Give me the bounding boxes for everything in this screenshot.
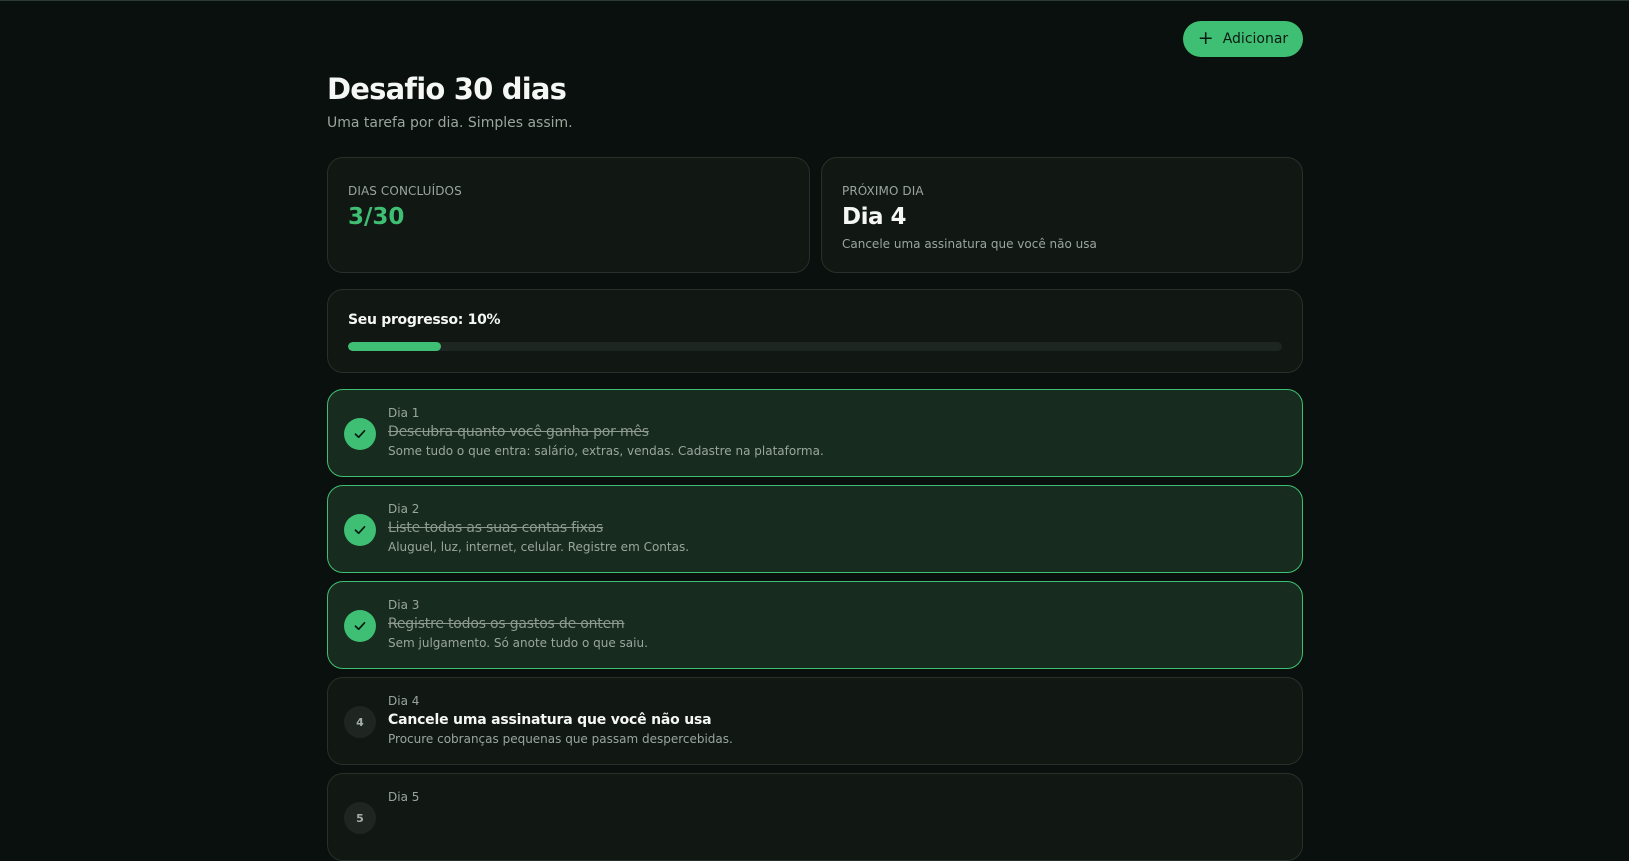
check-icon[interactable] (344, 418, 376, 450)
page-subtitle: Uma tarefa por dia. Simples assim. (327, 115, 573, 131)
completed-days-label: DIAS CONCLUÍDOS (348, 184, 462, 198)
progress-fill (348, 342, 442, 351)
day-item-4[interactable]: 4 Dia 4 Cancele uma assinatura que você … (327, 677, 1303, 765)
completed-days-value: 3/30 (348, 204, 405, 230)
progress-track (348, 342, 1282, 351)
day-label: Dia 4 (388, 694, 420, 708)
day-title: Descubra quanto você ganha por mês (388, 424, 649, 440)
day-item-1[interactable]: Dia 1 Descubra quanto você ganha por mês… (327, 389, 1303, 477)
day-label: Dia 3 (388, 598, 420, 612)
add-button-label: Adicionar (1222, 31, 1289, 47)
day-label: Dia 1 (388, 406, 420, 420)
add-button[interactable]: + Adicionar (1183, 21, 1303, 57)
day-title: Cancele uma assinatura que você não usa (388, 712, 712, 728)
day-desc: Some tudo o que entra: salário, extras, … (388, 444, 824, 458)
top-border (0, 0, 1629, 1)
day-desc: Sem julgamento. Só anote tudo o que saiu… (388, 636, 648, 650)
next-day-value: Dia 4 (842, 204, 907, 230)
day-item-3[interactable]: Dia 3 Registre todos os gastos de ontem … (327, 581, 1303, 669)
progress-card: Seu progresso: 10% (327, 289, 1303, 373)
day-title: Registre todos os gastos de ontem (388, 616, 625, 632)
day-number-badge[interactable]: 4 (344, 706, 376, 738)
completed-days-card: DIAS CONCLUÍDOS 3/30 (327, 157, 810, 273)
progress-label: Seu progresso: 10% (348, 312, 501, 328)
day-desc: Procure cobranças pequenas que passam de… (388, 732, 733, 746)
check-icon[interactable] (344, 514, 376, 546)
day-item-5[interactable]: 5 Dia 5 (327, 773, 1303, 861)
day-label: Dia 2 (388, 502, 420, 516)
day-label: Dia 5 (388, 790, 420, 804)
day-number-badge[interactable]: 5 (344, 802, 376, 834)
next-day-label: PRÓXIMO DIA (842, 184, 924, 198)
day-item-2[interactable]: Dia 2 Liste todas as suas contas fixas A… (327, 485, 1303, 573)
plus-icon: + (1197, 26, 1214, 49)
page-title: Desafio 30 dias (327, 72, 567, 106)
day-title: Liste todas as suas contas fixas (388, 520, 604, 536)
next-day-desc: Cancele uma assinatura que você não usa (842, 237, 1097, 251)
check-icon[interactable] (344, 610, 376, 642)
next-day-card: PRÓXIMO DIA Dia 4 Cancele uma assinatura… (821, 157, 1303, 273)
day-desc: Aluguel, luz, internet, celular. Registr… (388, 540, 690, 554)
